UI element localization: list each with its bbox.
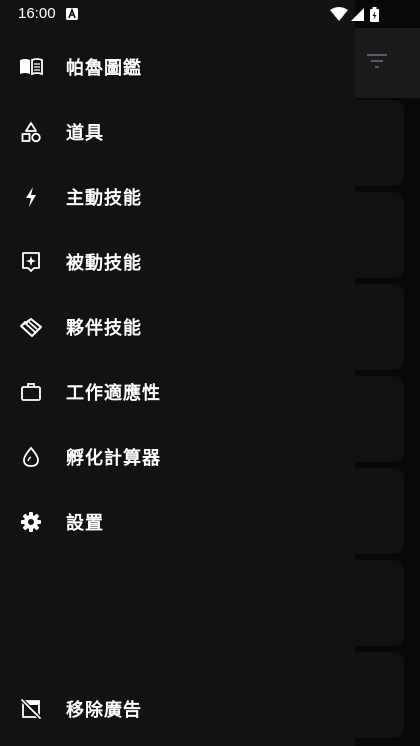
menu-item-label: 孵化計算器 bbox=[66, 448, 161, 469]
lightning-icon bbox=[19, 185, 43, 209]
menu-item-partner-skills[interactable]: 夥伴技能 bbox=[0, 299, 355, 355]
battery-icon bbox=[370, 7, 379, 22]
menu-item-label: 被動技能 bbox=[66, 253, 142, 274]
egg-icon bbox=[19, 445, 43, 469]
menu-item-label: 設置 bbox=[66, 513, 104, 534]
gear-icon bbox=[19, 510, 43, 534]
menu-item-active-skills[interactable]: 主動技能 bbox=[0, 169, 355, 225]
menu-item-label: 工作適應性 bbox=[66, 383, 161, 404]
briefcase-icon bbox=[19, 380, 43, 404]
menu-item-label: 移除廣告 bbox=[66, 700, 142, 721]
menu-item-settings[interactable]: 設置 bbox=[0, 494, 355, 550]
status-icons bbox=[330, 7, 379, 22]
menu-item-work-suitability[interactable]: 工作適應性 bbox=[0, 364, 355, 420]
status-time: 16:00 bbox=[18, 5, 56, 22]
book-icon bbox=[19, 55, 43, 79]
menu-item-label: 帕魯圖鑑 bbox=[66, 58, 142, 79]
menu-item-label: 道具 bbox=[66, 123, 104, 144]
menu-item-passive-skills[interactable]: 被動技能 bbox=[0, 234, 355, 290]
shapes-icon bbox=[19, 120, 43, 144]
handshake-icon bbox=[19, 315, 43, 339]
screen: 16:00 帕魯圖鑑 道具 主動技能 被動技能 夥伴技能 工作適應性 孵化計算器… bbox=[0, 0, 420, 746]
sparkle-box-icon bbox=[19, 250, 43, 274]
menu-item-pal-compendium[interactable]: 帕魯圖鑑 bbox=[0, 39, 355, 95]
notification-a-icon bbox=[66, 8, 78, 20]
signal-icon bbox=[351, 8, 364, 21]
menu-item-remove-ads[interactable]: 移除廣告 bbox=[0, 681, 355, 737]
no-ads-icon bbox=[19, 697, 43, 721]
wifi-icon bbox=[330, 7, 348, 21]
status-bar: 16:00 bbox=[0, 0, 420, 28]
navigation-drawer: 帕魯圖鑑 道具 主動技能 被動技能 夥伴技能 工作適應性 孵化計算器 設置 移除… bbox=[0, 0, 355, 746]
menu-item-label: 主動技能 bbox=[66, 188, 142, 209]
menu-item-items[interactable]: 道具 bbox=[0, 104, 355, 160]
filter-icon[interactable] bbox=[366, 52, 388, 70]
menu-item-breeding-calculator[interactable]: 孵化計算器 bbox=[0, 429, 355, 485]
menu-item-label: 夥伴技能 bbox=[66, 318, 142, 339]
